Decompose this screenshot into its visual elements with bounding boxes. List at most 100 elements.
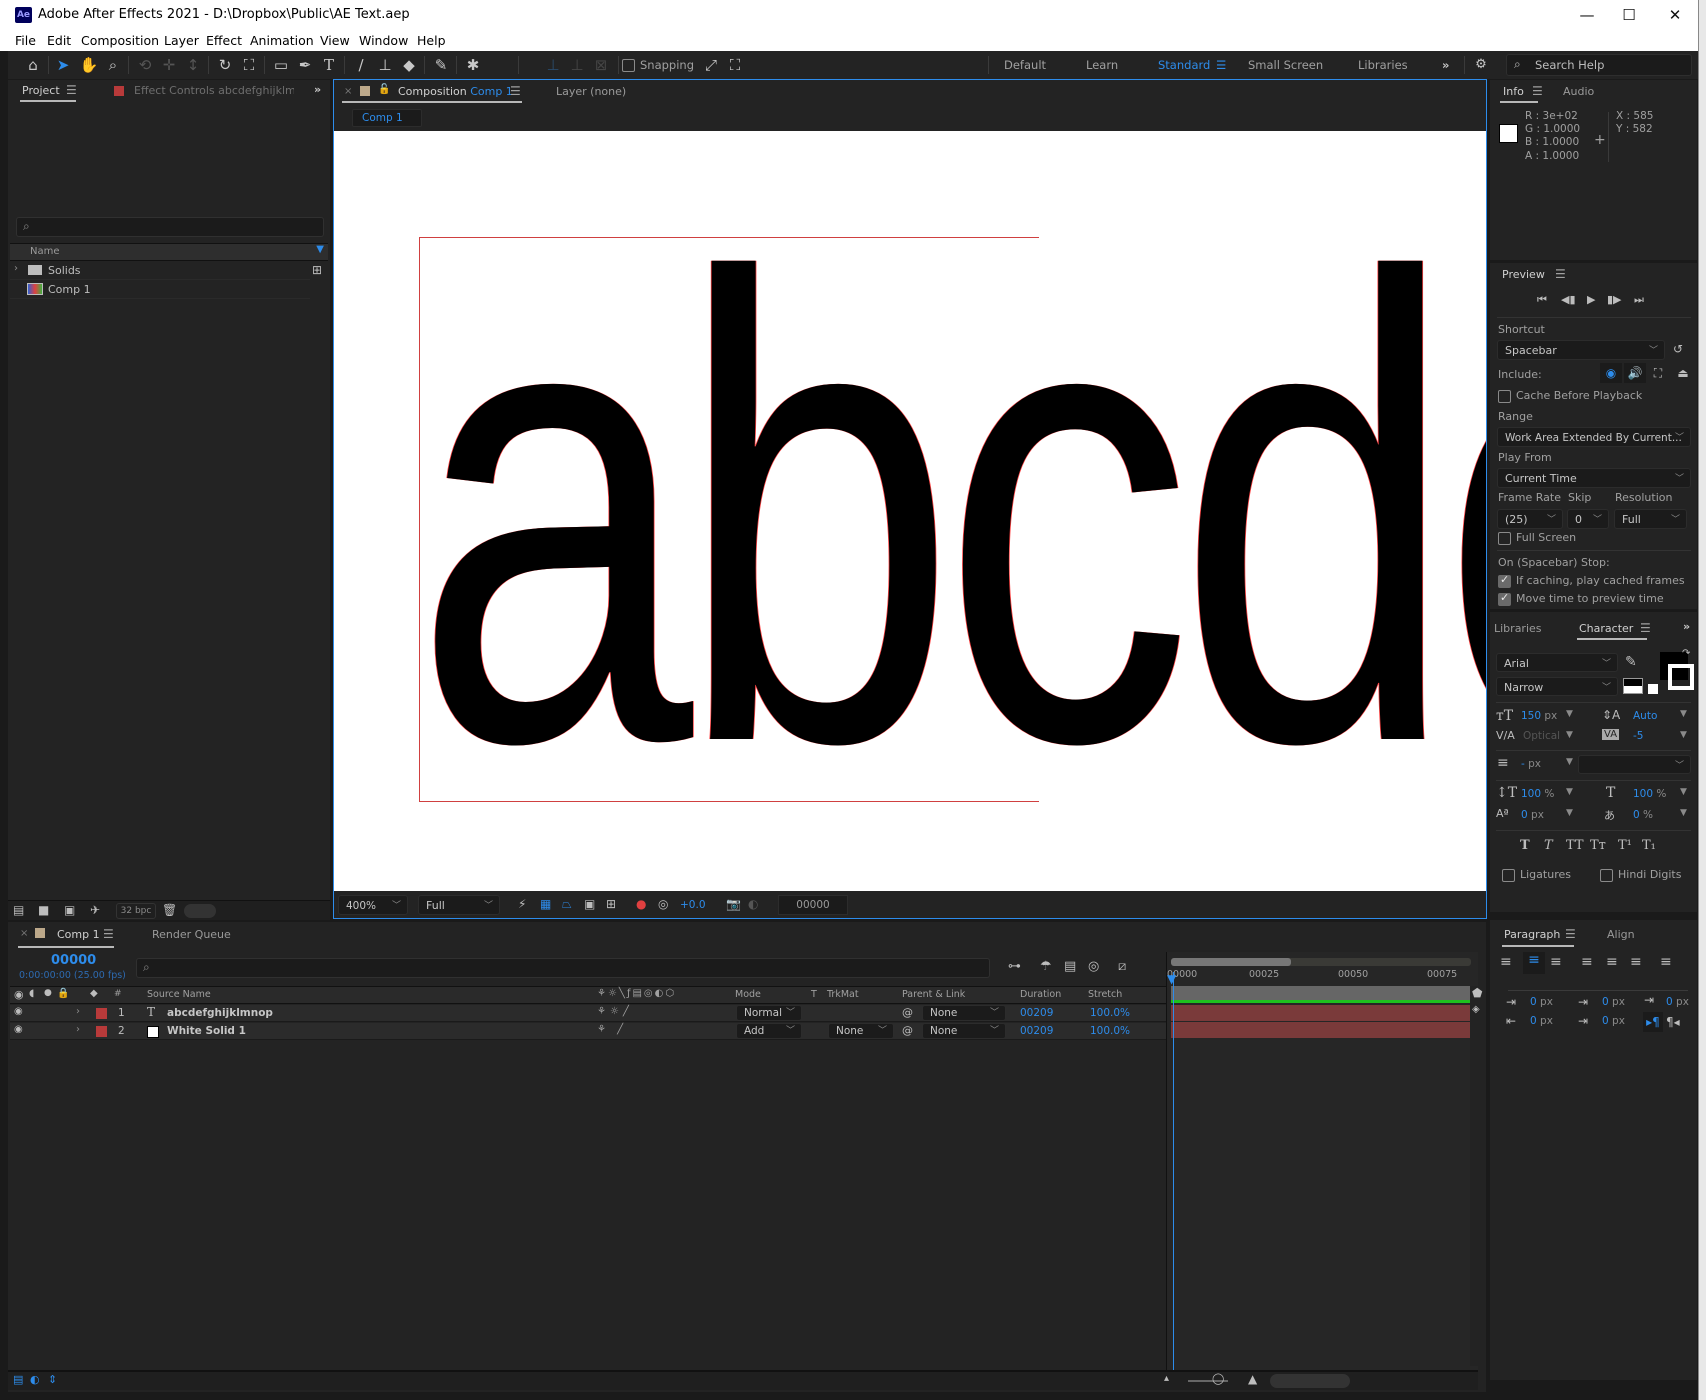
comp-marker-bin-icon[interactable]: ⬟ (1472, 986, 1482, 1000)
column-name[interactable]: Name (30, 246, 60, 257)
play-from-dropdown[interactable]: Current Time ﹀ (1497, 468, 1691, 488)
first-line-indent-value[interactable]: 0 px (1666, 996, 1689, 1008)
stroke-width-value[interactable]: - px (1521, 758, 1541, 770)
playhead-icon[interactable]: ▼ (1167, 972, 1176, 986)
rectangle-tool-icon[interactable]: ▭ (270, 55, 292, 75)
workspace-learn[interactable]: Learn (1086, 58, 1118, 72)
zoom-slider-handle[interactable]: ◯ (1212, 1372, 1224, 1385)
skip-dropdown[interactable]: 0 ﹀ (1567, 509, 1609, 529)
dropdown-arrow-icon[interactable]: ▼ (1566, 709, 1573, 719)
parent-dropdown[interactable]: None ﹀ (922, 1023, 1006, 1039)
column-stretch[interactable]: Stretch (1088, 989, 1122, 1000)
column-mode[interactable]: Mode (735, 989, 761, 1000)
menu-help[interactable]: Help (417, 33, 446, 48)
font-style-dropdown[interactable]: Narrow ﹀ (1496, 677, 1618, 696)
justify-right-icon[interactable]: ≡ (1630, 954, 1642, 970)
layer-bar[interactable] (1171, 1022, 1473, 1038)
full-screen-checkbox[interactable] (1498, 532, 1511, 545)
orbit-camera-icon[interactable]: ⟲ (134, 55, 156, 75)
layer-stretch[interactable]: 100.0% (1090, 1025, 1130, 1037)
tab-render-queue[interactable]: Render Queue (152, 928, 231, 941)
tracking-value[interactable]: -5 (1633, 730, 1643, 742)
ltr-direction-icon[interactable]: ▸¶ (1643, 1012, 1663, 1032)
world-axis-icon[interactable]: ⊥ (566, 55, 588, 75)
align-right-icon[interactable]: ≡ (1550, 954, 1562, 970)
workspace-small-screen[interactable]: Small Screen (1248, 58, 1323, 72)
parent-dropdown[interactable]: None ﹀ (922, 1005, 1006, 1021)
blend-mode-dropdown[interactable]: Normal ﹀ (736, 1005, 802, 1021)
text-layer-preview[interactable]: abcde (414, 181, 1486, 841)
layer-label-color[interactable] (96, 1026, 107, 1037)
snap-features-icon[interactable]: ⤢ (700, 55, 722, 75)
roto-brush-tool-icon[interactable]: ✎ (430, 55, 452, 75)
hide-shy-layers-icon[interactable]: ▤ (1064, 959, 1076, 974)
dolly-camera-icon[interactable]: ↕ (182, 55, 204, 75)
navigator-range[interactable] (1171, 958, 1291, 966)
tab-character[interactable]: Character (1579, 622, 1633, 635)
puppet-pin-tool-icon[interactable]: ✱ (462, 55, 484, 75)
local-axis-icon[interactable]: ⊥ (542, 55, 564, 75)
transparency-grid-icon[interactable]: ▦ (540, 897, 551, 911)
snap-edges-icon[interactable]: ⛶ (724, 55, 746, 75)
previous-frame-icon[interactable]: ◀▮ (1561, 293, 1576, 306)
tsume-value[interactable]: 0 % (1633, 809, 1653, 821)
layer-switches[interactable]: ⚘☼╱ (597, 1006, 633, 1017)
solo-icon[interactable]: ● (44, 988, 52, 998)
paragraph-menu-icon[interactable]: ☰ (1565, 927, 1576, 941)
swap-colors-icon[interactable]: ↷ (1682, 648, 1690, 659)
include-overlays-icon[interactable]: ⛶ (1648, 363, 1668, 383)
composition-menu-icon[interactable]: ☰ (510, 84, 521, 98)
thumbnail-toggle[interactable] (184, 904, 216, 918)
dropdown-arrow-icon[interactable]: ▼ (1566, 787, 1573, 797)
justify-center-icon[interactable]: ≡ (1606, 954, 1618, 970)
snapping-checkbox[interactable] (622, 59, 635, 72)
bit-depth-button[interactable]: 32 bpc (116, 903, 156, 919)
project-search-input[interactable]: ⌕ (16, 217, 324, 237)
selection-tool-icon[interactable]: ➤ (52, 55, 74, 75)
stroke-style-dropdown[interactable]: ﹀ (1578, 755, 1691, 774)
reset-exposure-icon[interactable]: ◎ (658, 897, 668, 911)
align-left-icon[interactable]: ≡ (1500, 954, 1512, 970)
tab-timeline-comp[interactable]: Comp 1 (57, 928, 100, 941)
tab-audio[interactable]: Audio (1563, 85, 1594, 98)
rtl-direction-icon[interactable]: ¶◂ (1666, 1012, 1680, 1032)
resolution-dropdown[interactable]: Full ﹀ (418, 895, 500, 915)
tab-paragraph[interactable]: Paragraph (1504, 928, 1560, 941)
lock-icon[interactable]: 🔓 (378, 84, 390, 95)
move-time-checkbox[interactable] (1498, 591, 1511, 606)
current-time-field[interactable]: 00000 (778, 895, 848, 915)
justify-all-icon[interactable]: ≡ (1660, 954, 1672, 970)
eyedropper-icon[interactable]: ✎ (1625, 654, 1637, 670)
fast-previews-icon[interactable]: ⚡ (518, 897, 526, 911)
rotation-tool-icon[interactable]: ↻ (214, 55, 236, 75)
kerning-value[interactable]: Optical (1523, 730, 1560, 742)
last-frame-icon[interactable]: ⏭ (1634, 293, 1644, 307)
draft-3d-icon[interactable]: ☂ (1040, 959, 1052, 974)
no-color-swatch[interactable] (1648, 684, 1658, 694)
zoom-out-icon[interactable]: ▴ (1164, 1373, 1169, 1384)
include-video-icon[interactable]: ◉ (1600, 363, 1622, 383)
layer-duration[interactable]: 00209 (1020, 1025, 1053, 1037)
reset-icon[interactable]: ↺ (1673, 342, 1683, 356)
workspace-menu-icon[interactable]: ☰ (1216, 58, 1226, 72)
dropdown-arrow-icon[interactable]: ▼ (1680, 730, 1687, 740)
timeline-graph[interactable]: 00000 00025 00050 00075 ▼ (1166, 952, 1478, 1372)
show-snapshot-icon[interactable]: ◐ (748, 897, 758, 911)
layer-switches-toggle-icon[interactable]: ▤ (13, 1373, 23, 1386)
pan-camera-icon[interactable]: ✛ (158, 55, 180, 75)
tab-libraries[interactable]: Libraries (1494, 622, 1542, 635)
all-caps-icon[interactable]: TT (1566, 838, 1584, 853)
faux-bold-icon[interactable]: T (1520, 838, 1530, 853)
next-frame-icon[interactable]: ▮▶ (1607, 293, 1622, 306)
new-folder-icon[interactable]: ■ (38, 903, 49, 917)
workspace-libraries[interactable]: Libraries (1358, 58, 1408, 72)
justify-left-icon[interactable]: ≡ (1581, 954, 1593, 970)
panel-overflow-icon[interactable]: » (314, 83, 321, 96)
project-menu-icon[interactable]: ☰ (66, 83, 77, 97)
new-composition-icon[interactable]: ▣ (64, 903, 75, 917)
type-tool-icon[interactable]: T (318, 55, 340, 75)
grid-guides-icon[interactable]: ⊞ (606, 897, 616, 911)
small-caps-icon[interactable]: Tᴛ (1590, 838, 1606, 853)
menu-animation[interactable]: Animation (250, 33, 314, 48)
ligatures-checkbox[interactable] (1502, 869, 1515, 882)
